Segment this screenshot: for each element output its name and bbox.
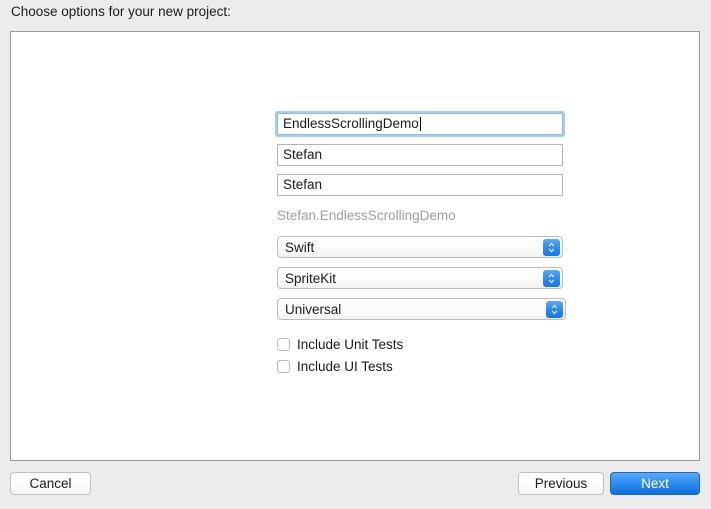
- cancel-button[interactable]: Cancel: [10, 472, 91, 495]
- bundle-identifier-value: Stefan.EndlessScrollingDemo: [277, 208, 456, 223]
- previous-button[interactable]: Previous: [518, 472, 604, 495]
- devices-value: Universal: [285, 301, 342, 317]
- language-select[interactable]: Swift: [277, 236, 563, 258]
- include-ui-tests-label: Include UI Tests: [297, 358, 393, 374]
- game-technology-value: SpriteKit: [285, 270, 337, 286]
- chevron-up-down-icon[interactable]: [543, 239, 560, 256]
- product-name-value: EndlessScrollingDemo: [283, 116, 419, 131]
- product-name-input[interactable]: EndlessScrollingDemo: [277, 113, 563, 135]
- chevron-up-down-icon[interactable]: [546, 301, 563, 318]
- organization-identifier-value: Stefan: [283, 177, 323, 192]
- organization-name-input[interactable]: Stefan: [277, 144, 563, 166]
- include-unit-tests-label: Include Unit Tests: [297, 336, 404, 352]
- game-technology-select[interactable]: SpriteKit: [277, 267, 563, 289]
- organization-identifier-input[interactable]: Stefan: [277, 174, 563, 196]
- options-panel: Product Name: EndlessScrollingDemo Organ…: [10, 31, 700, 461]
- organization-name-value: Stefan: [283, 147, 323, 162]
- next-button[interactable]: Next: [610, 472, 700, 495]
- checkbox-box[interactable]: [277, 359, 290, 373]
- language-value: Swift: [285, 239, 315, 255]
- checkbox-box[interactable]: [277, 337, 290, 351]
- devices-select[interactable]: Universal: [277, 298, 566, 320]
- text-caret: [419, 117, 421, 131]
- include-unit-tests-checkbox[interactable]: Include Unit Tests: [277, 335, 403, 353]
- page-title: Choose options for your new project:: [11, 4, 231, 19]
- include-ui-tests-checkbox[interactable]: Include UI Tests: [277, 357, 393, 375]
- chevron-up-down-icon[interactable]: [543, 270, 560, 287]
